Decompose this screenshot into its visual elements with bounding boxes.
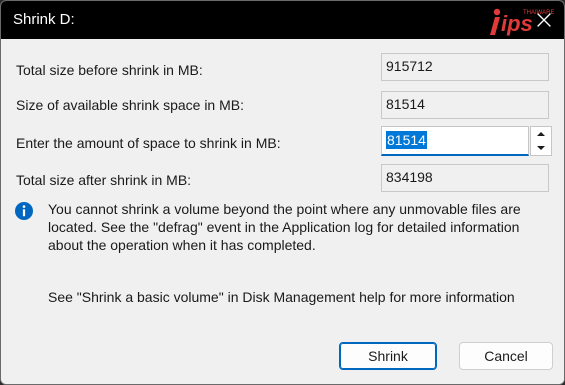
shrink-amount-input[interactable]: 81514 bbox=[381, 126, 529, 156]
total-after-label: Total size after shrink in MB: bbox=[16, 172, 192, 188]
shrink-dialog: Shrink D: ips THAIWARE Total size before… bbox=[0, 0, 565, 385]
help-reference-text: See "Shrink a basic volume" in Disk Mana… bbox=[48, 289, 515, 305]
total-before-value: 915712 bbox=[381, 53, 549, 81]
total-before-label: Total size before shrink in MB: bbox=[16, 62, 203, 78]
cancel-button[interactable]: Cancel bbox=[459, 342, 553, 370]
dialog-body: Total size before shrink in MB: 915712 S… bbox=[1, 39, 564, 384]
unmovable-files-info: You cannot shrink a volume beyond the po… bbox=[48, 201, 521, 253]
shrink-amount-selected-text: 81514 bbox=[386, 131, 427, 149]
info-icon bbox=[15, 202, 33, 220]
shrink-button[interactable]: Shrink bbox=[339, 342, 437, 370]
available-shrink-value: 81514 bbox=[381, 91, 549, 119]
window-title: Shrink D: bbox=[13, 11, 75, 28]
spin-buttons bbox=[530, 126, 552, 156]
close-icon[interactable] bbox=[531, 7, 557, 33]
spin-down-icon[interactable] bbox=[531, 141, 551, 155]
shrink-amount-stepper[interactable]: 81514 bbox=[381, 126, 552, 156]
title-bar[interactable]: Shrink D: ips THAIWARE bbox=[1, 1, 564, 39]
available-shrink-label: Size of available shrink space in MB: bbox=[16, 97, 244, 113]
spin-up-icon[interactable] bbox=[531, 127, 551, 141]
total-after-value: 834198 bbox=[381, 164, 549, 192]
shrink-amount-label: Enter the amount of space to shrink in M… bbox=[16, 135, 281, 151]
